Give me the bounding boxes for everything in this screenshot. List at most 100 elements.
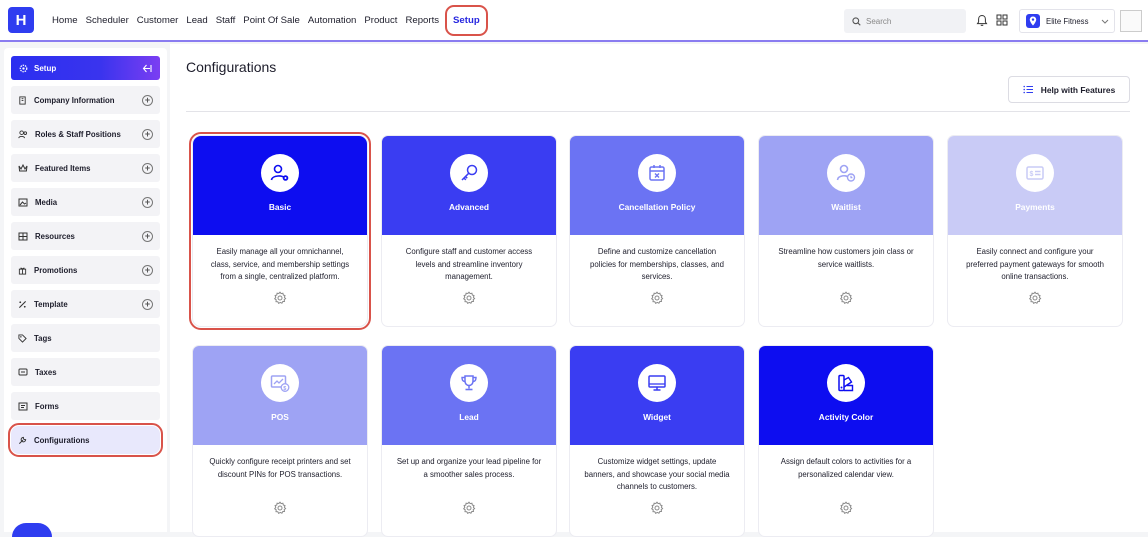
- config-card-cancellation-policy[interactable]: Cancellation Policy Define and customize …: [570, 136, 744, 326]
- nav-point-of-sale[interactable]: Point Of Sale: [239, 15, 304, 26]
- expand-plus-icon[interactable]: +: [142, 264, 153, 276]
- card-title: Advanced: [448, 202, 490, 212]
- config-card-basic[interactable]: Basic Easily manage all your omnichannel,…: [189, 132, 371, 330]
- nav-product[interactable]: Product: [360, 15, 401, 26]
- nav-reports[interactable]: Reports: [401, 15, 443, 26]
- card-header: $ POS: [193, 346, 367, 445]
- gear-icon[interactable]: [570, 501, 744, 515]
- gear-icon[interactable]: [759, 501, 933, 515]
- card-title: Waitlist: [831, 202, 861, 212]
- gear-icon[interactable]: [948, 291, 1122, 305]
- sidebar-item-configurations[interactable]: Configurations: [8, 423, 163, 457]
- chat-widget-button[interactable]: [12, 523, 52, 537]
- expand-plus-icon[interactable]: +: [142, 128, 153, 140]
- card-header: Activity Color: [759, 346, 933, 445]
- gear-icon[interactable]: [382, 291, 556, 305]
- card-header: Widget: [570, 346, 744, 445]
- media-icon: [18, 198, 28, 206]
- sidebar-item-label: Configurations: [34, 435, 90, 445]
- card-header: Waitlist: [759, 136, 933, 235]
- sidebar-item-tags[interactable]: Tags: [11, 324, 160, 352]
- config-card-lead[interactable]: Lead Set up and organize your lead pipeli…: [382, 346, 556, 536]
- gear-icon[interactable]: [193, 291, 367, 305]
- config-card-advanced[interactable]: Advanced Configure staff and customer acc…: [382, 136, 556, 326]
- config-card-widget[interactable]: Widget Customize widget settings, update …: [570, 346, 744, 536]
- help-button-label: Help with Features: [1040, 84, 1116, 95]
- page-title: Configurations: [186, 59, 277, 75]
- config-card-activity-color[interactable]: Activity Color Assign default colors to a…: [759, 346, 933, 536]
- nav-staff[interactable]: Staff: [212, 15, 240, 26]
- gear-icon[interactable]: [382, 501, 556, 515]
- sidebar-item-promotions[interactable]: Promotions +: [11, 256, 160, 284]
- nav-home[interactable]: Home: [48, 15, 82, 26]
- users-icon: [18, 129, 28, 138]
- card-description: Set up and organize your lead pipeline f…: [396, 457, 542, 479]
- gift-icon: [18, 267, 27, 275]
- template-icon: [18, 300, 27, 308]
- search-input[interactable]: Search: [844, 9, 966, 33]
- sidebar-item-taxes[interactable]: Taxes: [11, 358, 160, 386]
- card-header: Cancellation Policy: [570, 136, 744, 235]
- config-card-waitlist[interactable]: Waitlist Streamline how customers join cl…: [759, 136, 933, 326]
- expand-plus-icon[interactable]: +: [142, 162, 153, 174]
- sidebar-item-featured-items[interactable]: Featured Items +: [11, 154, 160, 182]
- svg-text:$: $: [283, 386, 286, 392]
- sidebar-item-forms[interactable]: Forms: [11, 392, 160, 420]
- location-pin-icon: [1026, 14, 1040, 28]
- key-icon: [450, 154, 488, 192]
- settings-icon: [19, 64, 28, 72]
- setup-sidebar: Setup Company Information + Roles & Staf…: [4, 48, 167, 537]
- main-content: Configurations Help with Features Basic E…: [170, 44, 1148, 536]
- sidebar-title: Setup: [34, 63, 57, 73]
- wrench-icon: [18, 436, 27, 444]
- nav-setup[interactable]: Setup: [445, 4, 488, 36]
- pos-chart-icon: $: [261, 364, 299, 402]
- sidebar-item-template[interactable]: Template +: [11, 290, 160, 318]
- user-clock-icon: [827, 154, 865, 192]
- help-with-features-button[interactable]: Help with Features: [1008, 76, 1130, 103]
- monitor-icon: [638, 364, 676, 402]
- card-header: Advanced: [382, 136, 556, 235]
- nav-scheduler[interactable]: Scheduler: [82, 15, 133, 26]
- sidebar-item-label: Template: [34, 299, 68, 309]
- sidebar-item-label: Tags: [34, 333, 52, 343]
- sidebar-item-media[interactable]: Media +: [11, 188, 160, 216]
- sidebar-item-company-information[interactable]: Company Information +: [11, 86, 160, 114]
- collapse-sidebar-icon[interactable]: [142, 64, 152, 73]
- chevron-down-icon: [1101, 19, 1109, 24]
- card-title: Widget: [643, 412, 671, 422]
- nav-automation[interactable]: Automation: [304, 15, 361, 26]
- nav-lead[interactable]: Lead: [182, 15, 211, 26]
- card-description: Configure staff and customer access leve…: [405, 247, 533, 281]
- payment-icon: $: [1016, 154, 1054, 192]
- sidebar-item-resources[interactable]: Resources +: [11, 222, 160, 250]
- config-card-payments[interactable]: $ Payments Easily connect and configure yo…: [948, 136, 1122, 326]
- grid-icon[interactable]: [995, 13, 1009, 27]
- app-logo[interactable]: H: [8, 7, 34, 33]
- card-description: Easily manage all your omnichannel, clas…: [210, 247, 350, 281]
- expand-plus-icon[interactable]: +: [142, 298, 153, 310]
- list-icon: [1023, 85, 1033, 94]
- gear-icon[interactable]: [570, 291, 744, 305]
- tag-icon: [18, 333, 27, 343]
- location-selector[interactable]: Elite Fitness: [1019, 9, 1115, 33]
- card-title: Cancellation Policy: [618, 202, 696, 212]
- expand-plus-icon[interactable]: +: [142, 94, 153, 106]
- location-name: Elite Fitness: [1046, 16, 1089, 26]
- calendar-x-icon: [638, 154, 676, 192]
- sidebar-item-roles-staff-positions[interactable]: Roles & Staff Positions +: [11, 120, 160, 148]
- user-avatar[interactable]: [1120, 10, 1142, 32]
- sidebar-item-label: Promotions: [34, 265, 78, 275]
- bell-icon[interactable]: [975, 13, 989, 27]
- sidebar-item-label: Taxes: [35, 367, 57, 377]
- expand-plus-icon[interactable]: +: [142, 230, 153, 242]
- nav-customer[interactable]: Customer: [133, 15, 183, 26]
- config-card-pos[interactable]: $ POS Quickly configure receipt printers a…: [193, 346, 367, 536]
- expand-plus-icon[interactable]: +: [142, 196, 153, 208]
- gear-icon[interactable]: [193, 501, 367, 515]
- user-gear-icon: [261, 154, 299, 192]
- svg-text:$: $: [1030, 171, 1034, 178]
- gear-icon[interactable]: [759, 291, 933, 305]
- top-navigation-bar: H Home Scheduler Customer Lead Staff Poi…: [0, 0, 1148, 42]
- card-title: Lead: [459, 412, 479, 422]
